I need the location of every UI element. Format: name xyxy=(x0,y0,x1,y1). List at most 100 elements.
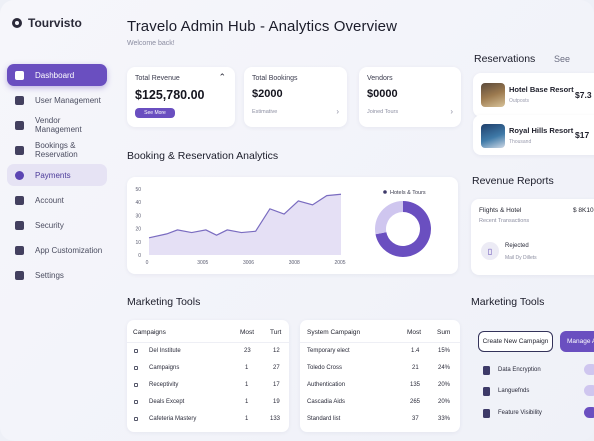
setting-label: Data Encryption xyxy=(498,367,541,373)
setting-item-feature-visibility[interactable]: Feature Visibility xyxy=(483,407,542,419)
row-checkbox[interactable] xyxy=(134,417,138,421)
see-more-button[interactable]: See More xyxy=(135,108,175,118)
cell-sum: 20% xyxy=(438,382,451,388)
chevron-up-icon[interactable]: ⌃ xyxy=(218,72,226,83)
table-row[interactable]: Campaigns 1 27 xyxy=(127,360,289,377)
y-tick-label: 50 xyxy=(135,187,141,193)
sidebar-item-security[interactable]: Security xyxy=(7,214,107,236)
palette-icon xyxy=(15,245,24,255)
see-all-link[interactable]: See xyxy=(554,54,570,64)
table-row[interactable]: Temporary elect 1.4 15% xyxy=(300,343,460,360)
sidebar-item-app-customization[interactable]: App Customization xyxy=(7,239,107,261)
sidebar-item-account[interactable]: Account xyxy=(7,189,107,211)
cell-turt: 17 xyxy=(273,382,280,388)
booking-chart-card: 0 10 20 30 40 50 0 3005 3006 3008 2005 Hotels & Tou… xyxy=(127,177,458,274)
revenue-row-sub: Recent Transactions xyxy=(479,218,530,224)
stat-card-revenue[interactable]: Total Revenue ⌃ $125,780.00 See More xyxy=(127,67,235,127)
chevron-right-icon[interactable]: › xyxy=(450,107,453,116)
row-checkbox[interactable] xyxy=(134,383,138,387)
create-campaign-button[interactable]: Create New Campaign xyxy=(478,331,553,352)
page-title: Travelo Admin Hub - Analytics Overview xyxy=(127,18,398,35)
table-header: Most xyxy=(407,329,422,336)
sidebar-item-label: Account xyxy=(35,195,64,205)
reservation-card[interactable]: Royal Hills Resort Thousand $17 xyxy=(473,115,594,155)
series-area xyxy=(149,194,341,255)
legend-label: Hotels & Tours xyxy=(390,190,426,196)
table-row[interactable]: Cascadia Aids 265 20% xyxy=(300,394,460,411)
sidebar-item-user-management[interactable]: User Management xyxy=(7,89,107,111)
cell-name: Temporary elect xyxy=(307,348,350,354)
section-title-booking: Booking & Reservation Analytics xyxy=(127,150,279,162)
table-header: Campaigns xyxy=(133,329,166,336)
cell-most: 265 xyxy=(410,399,421,405)
toggle-encryption[interactable] xyxy=(584,364,594,375)
sidebar: Tourvisto Dashboard User Management Vend… xyxy=(0,0,114,441)
sidebar-item-label: Bookings & Reservation xyxy=(35,141,78,159)
reservation-price: $7.3 xyxy=(575,90,592,100)
toggle-feature-visibility[interactable] xyxy=(584,407,594,418)
cell-most: 1 xyxy=(245,416,249,422)
setting-label: Languefnds xyxy=(498,388,530,394)
row-checkbox[interactable] xyxy=(134,349,138,353)
x-tick-label: 3006 xyxy=(243,260,254,266)
sidebar-item-settings[interactable]: Settings xyxy=(7,264,107,286)
revenue-row-value: $ 8K10 xyxy=(573,207,594,214)
table-row[interactable]: Cafeteria Mastery 1 133 xyxy=(127,411,289,428)
x-tick-label: 3005 xyxy=(197,260,208,266)
row-checkbox[interactable] xyxy=(134,400,138,404)
revenue-card: Flights & Hotel $ 8K10 Recent Transactio… xyxy=(471,199,594,275)
stat-card-vendors[interactable]: Vendors $0000 Joined Tours › xyxy=(359,67,461,127)
setting-item-encryption[interactable]: Data Encryption xyxy=(483,364,541,376)
stat-card-bookings[interactable]: Total Bookings $2000 Estimative › xyxy=(244,67,347,127)
account-icon xyxy=(15,195,24,205)
chevron-right-icon[interactable]: › xyxy=(336,107,339,116)
app-window: Tourvisto Dashboard User Management Vend… xyxy=(0,0,594,441)
cell-sum: 15% xyxy=(438,348,451,354)
cell-most: 1 xyxy=(245,399,249,405)
row-checkbox[interactable] xyxy=(134,366,138,370)
home-icon xyxy=(15,70,24,80)
cell-most: 37 xyxy=(412,416,419,422)
sidebar-item-dashboard[interactable]: Dashboard xyxy=(7,64,107,86)
reservation-card[interactable]: Hotel Base Resort Outposts $7.3 xyxy=(473,73,594,117)
table-row[interactable]: Authentication 135 20% xyxy=(300,377,460,394)
brand[interactable]: Tourvisto xyxy=(12,16,82,30)
cell-name: Deals Except xyxy=(149,399,185,405)
cell-most: 1 xyxy=(245,382,249,388)
stat-value: $0000 xyxy=(367,88,398,100)
setting-label: Feature Visibility xyxy=(498,410,542,416)
cell-name: Cafeteria Mastery xyxy=(149,416,197,422)
table-row[interactable]: Receptivity 1 17 xyxy=(127,377,289,394)
setting-item-languages[interactable]: Languefnds xyxy=(483,385,529,397)
cell-sum: 24% xyxy=(438,365,451,371)
toggle-languages[interactable] xyxy=(584,385,594,396)
cell-sum: 20% xyxy=(438,399,451,405)
sidebar-item-vendor-management[interactable]: Vendor Management xyxy=(7,114,107,136)
cell-name: Cascadia Aids xyxy=(307,399,346,405)
sidebar-item-label: Vendor Management xyxy=(35,116,82,134)
sidebar-item-bookings[interactable]: Bookings & Reservation xyxy=(7,139,107,161)
table-header: Sum xyxy=(437,329,451,336)
cell-turt: 27 xyxy=(273,365,280,371)
y-tick-label: 0 xyxy=(138,253,141,259)
cell-most: 1.4 xyxy=(411,348,420,354)
table-row[interactable]: Deals Except 1 19 xyxy=(127,394,289,411)
sidebar-item-payments[interactable]: Payments xyxy=(7,164,107,186)
y-tick-label: 30 xyxy=(135,213,141,219)
table-row[interactable]: Toledo Cross 21 24% xyxy=(300,360,460,377)
cell-name: Toledo Cross xyxy=(307,365,343,371)
table-row[interactable]: Standard list 37 33% xyxy=(300,411,460,428)
stat-label: Total Revenue xyxy=(135,75,180,82)
manage-button[interactable]: Manage A xyxy=(560,331,594,352)
section-title-marketing: Marketing Tools xyxy=(127,296,201,308)
x-tick-label: 2005 xyxy=(334,260,345,266)
revenue-row-label: Flights & Hotel xyxy=(479,207,522,214)
cell-turt: 19 xyxy=(273,399,280,405)
y-tick-label: 10 xyxy=(135,240,141,246)
table-row[interactable]: Del Institute 23 12 xyxy=(127,343,289,360)
gear-icon xyxy=(15,270,24,280)
sidebar-item-label: Dashboard xyxy=(35,70,75,80)
legend-marker xyxy=(383,190,387,194)
y-tick-label: 20 xyxy=(135,227,141,233)
visibility-icon xyxy=(483,408,490,418)
